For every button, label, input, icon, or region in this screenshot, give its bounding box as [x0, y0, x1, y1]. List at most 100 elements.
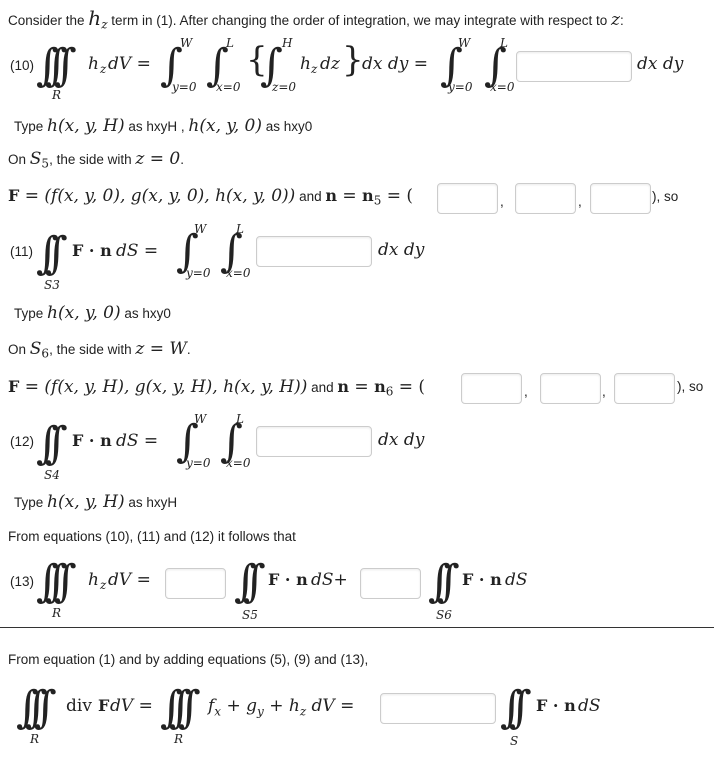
- brace-close: }: [342, 40, 364, 80]
- math: n: [325, 186, 337, 205]
- eq13-coef1-input[interactable]: [165, 568, 226, 599]
- text: ), so: [652, 189, 679, 204]
- math: = (: [393, 377, 426, 397]
- math: F · n: [462, 570, 502, 589]
- n5-z-input[interactable]: [590, 183, 651, 214]
- integral-icon: ∫: [176, 416, 199, 467]
- eq13-coef2-input[interactable]: [360, 568, 421, 599]
- math: n: [374, 377, 386, 396]
- n6-x-input[interactable]: [461, 373, 522, 404]
- math: dx dy: [378, 430, 425, 450]
- region: R: [174, 732, 184, 746]
- limit: x=0: [216, 80, 241, 94]
- final-answer-input[interactable]: [380, 693, 496, 724]
- type-hint-1: Type h(x, y, H) as hxyH , h(x, y, 0) as …: [14, 116, 312, 136]
- triple-integral-icon: ∫∫∫: [16, 682, 57, 733]
- math: dS =: [116, 241, 159, 261]
- intro-text: Consider the h z term in (1). After chang…: [8, 6, 624, 32]
- text: , the side with: [49, 152, 136, 167]
- limit: y=0: [448, 80, 473, 94]
- s6-text: On S6, the side with z = W.: [8, 339, 191, 361]
- text: Type: [14, 495, 48, 510]
- limit: W: [194, 222, 207, 236]
- math: = (: [381, 186, 414, 206]
- math: z = W: [135, 339, 187, 359]
- double-integral-icon: ∫∫: [234, 556, 266, 607]
- limit: H: [282, 36, 293, 50]
- double-integral-icon: ∫∫: [500, 682, 532, 733]
- region: R: [30, 732, 40, 746]
- comma: ,: [578, 194, 582, 209]
- type-hint-3: Type h(x, y, H) as hxyH: [14, 492, 177, 512]
- math: h(x, y, H): [47, 116, 125, 136]
- math: dS: [578, 696, 601, 716]
- type-hint-2: Type h(x, y, 0) as hxy0: [14, 303, 171, 323]
- eq11-integrand-input[interactable]: [256, 236, 372, 267]
- math: y: [257, 704, 264, 719]
- math: dz: [320, 54, 340, 74]
- math: h: [88, 570, 99, 590]
- text: as hxy0: [261, 119, 313, 134]
- math: dx dy =: [362, 54, 429, 74]
- math: z: [100, 62, 107, 76]
- text: term in (1). After changing the order of…: [107, 13, 612, 28]
- text: as hxyH: [124, 495, 178, 510]
- math: h(x, y, 0): [188, 116, 262, 136]
- math: = (f(x, y, 0), g(x, y, 0), h(x, y, 0)): [19, 186, 296, 206]
- region: S5: [242, 608, 258, 622]
- math: F · n: [72, 241, 112, 260]
- eq-label: (11): [10, 244, 34, 259]
- math: dS =: [116, 431, 159, 451]
- triple-integral-icon: ∫∫∫: [160, 682, 201, 733]
- math: n: [337, 377, 350, 396]
- math: h: [88, 6, 102, 30]
- math: z = 0: [135, 149, 181, 169]
- math: F: [8, 186, 20, 205]
- limit: x=0: [490, 80, 515, 94]
- text: as hxyH ,: [124, 119, 189, 134]
- eq10-integrand-input[interactable]: [516, 51, 632, 82]
- eq-label: (12): [10, 434, 35, 449]
- limit: W: [180, 36, 193, 50]
- limit: y=0: [186, 456, 211, 470]
- text: Type: [14, 306, 48, 321]
- region: S6: [436, 608, 452, 622]
- comma: ,: [524, 384, 528, 399]
- double-integral-icon: ∫∫: [428, 556, 460, 607]
- math: div: [66, 696, 92, 716]
- math: h: [88, 54, 99, 74]
- math: h(x, y, 0): [47, 303, 121, 323]
- integral-icon: ∫: [260, 40, 283, 91]
- math: + g: [221, 696, 258, 716]
- math: dV =: [108, 54, 151, 74]
- divider: [0, 627, 714, 628]
- math: 6: [41, 346, 50, 361]
- n6-z-input[interactable]: [614, 373, 675, 404]
- f6-line: F = (f(x, y, H), g(x, y, H), h(x, y, H))…: [8, 377, 425, 399]
- eq-label: (10): [10, 58, 35, 73]
- from-equation-text: From equation (1) and by adding equation…: [8, 652, 369, 667]
- integrand: fx + gy + hz dV =: [208, 696, 354, 718]
- limit: L: [236, 412, 244, 426]
- limit: x=0: [226, 266, 251, 280]
- n5-x-input[interactable]: [437, 183, 498, 214]
- math: 5: [41, 156, 50, 171]
- text: .: [186, 342, 191, 357]
- limit: x=0: [226, 456, 251, 470]
- math: h: [300, 54, 311, 74]
- math: z: [611, 10, 620, 30]
- eq12-integrand-input[interactable]: [256, 426, 372, 457]
- double-integral-icon: ∫∫: [36, 228, 68, 279]
- limit: L: [226, 36, 234, 50]
- math: = (f(x, y, H), g(x, y, H), h(x, y, H)): [19, 377, 308, 397]
- math: =: [349, 377, 375, 397]
- region: S3: [44, 278, 60, 292]
- text: :: [620, 13, 624, 28]
- n6-y-input[interactable]: [540, 373, 601, 404]
- n5-y-input[interactable]: [515, 183, 576, 214]
- math: dx dy: [378, 240, 425, 260]
- math: z: [100, 578, 107, 592]
- f5-line: F = (f(x, y, 0), g(x, y, 0), h(x, y, 0))…: [8, 186, 413, 208]
- limit: z=0: [272, 80, 297, 94]
- double-integral-icon: ∫∫: [36, 418, 68, 469]
